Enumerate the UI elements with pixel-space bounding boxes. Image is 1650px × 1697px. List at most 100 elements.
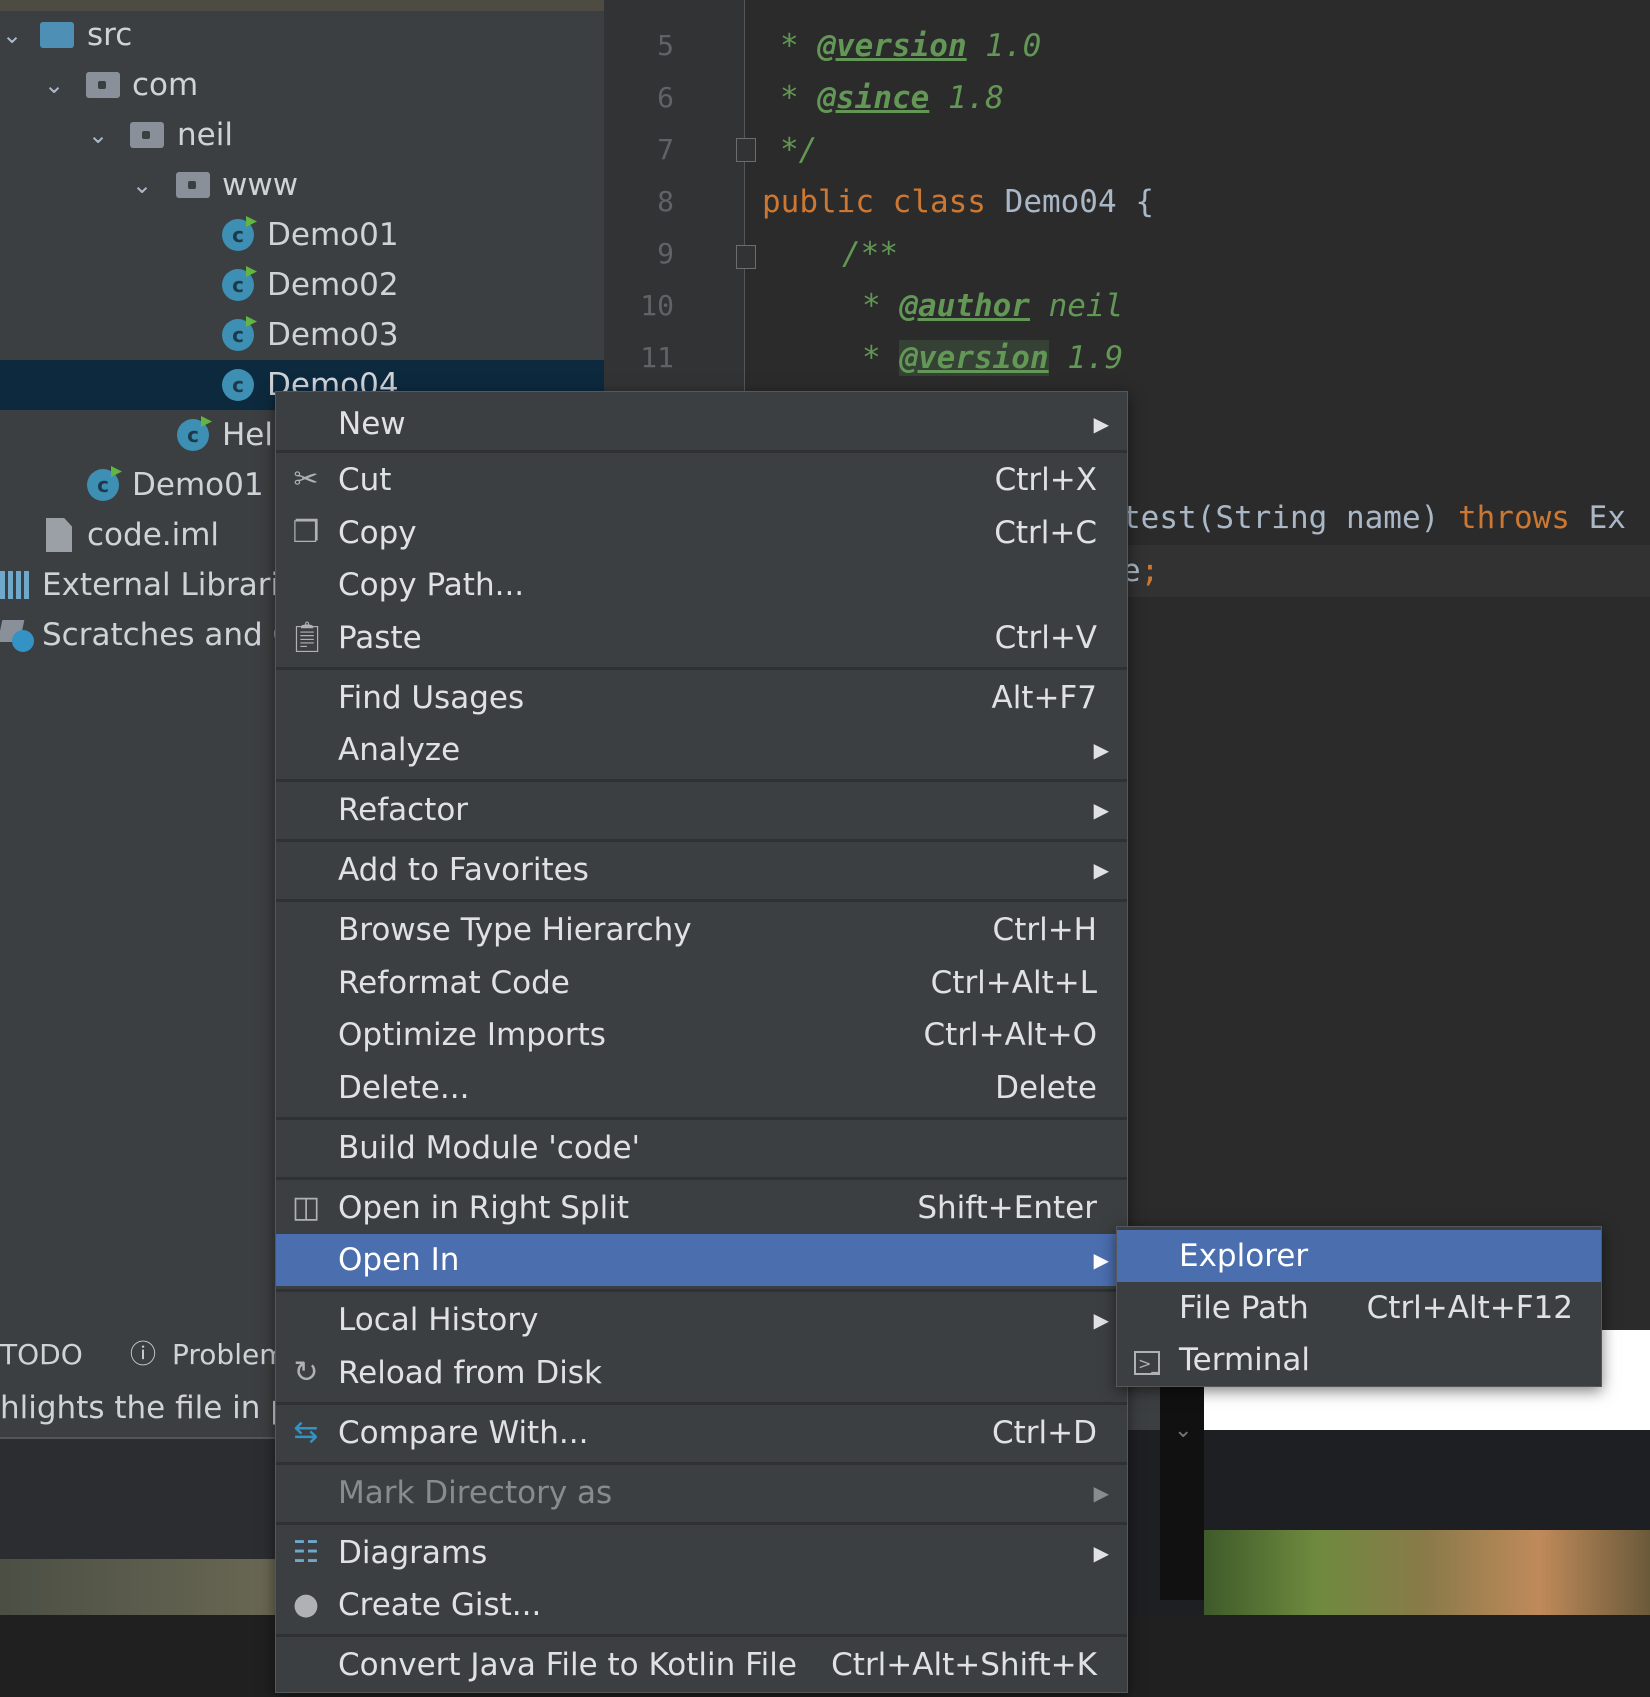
menu-separator bbox=[276, 1462, 1127, 1465]
menu-item-build-module[interactable]: Build Module 'code' bbox=[276, 1122, 1127, 1174]
submenu-arrow-icon: ▶ bbox=[1093, 738, 1109, 762]
tree-item-demo01[interactable]: c Demo01 bbox=[0, 210, 604, 260]
menu-item-compare-with[interactable]: ⇆ Compare With... Ctrl+D bbox=[276, 1407, 1127, 1459]
tree-item-label: Demo02 bbox=[267, 267, 399, 303]
tab-problems[interactable]: Problem bbox=[172, 1330, 286, 1380]
code-line-6: * @since 1.8 bbox=[780, 80, 1004, 116]
tree-item-label: code.iml bbox=[87, 517, 220, 553]
open-in-submenu: Explorer File Path Ctrl+Alt+F12 >_ Termi… bbox=[1116, 1226, 1602, 1387]
menu-item-diagrams[interactable]: ☷ Diagrams ▶ bbox=[276, 1527, 1127, 1579]
line-number: 7 bbox=[657, 133, 674, 166]
split-icon: ◫ bbox=[291, 1190, 321, 1225]
menu-item-label: Delete... bbox=[338, 1070, 470, 1106]
java-class-icon: c bbox=[222, 219, 254, 251]
tab-todo[interactable]: TODO bbox=[0, 1330, 83, 1380]
fold-marker-icon[interactable] bbox=[736, 138, 756, 162]
java-class-icon: c bbox=[222, 319, 254, 351]
chevron-down-icon[interactable]: ⌄ bbox=[88, 110, 108, 160]
menu-item-label: Local History bbox=[338, 1302, 539, 1338]
tree-item-www[interactable]: ⌄ www bbox=[0, 160, 604, 210]
menu-item-delete[interactable]: Delete... Delete bbox=[276, 1062, 1127, 1114]
context-menu: New ▶ ✂ Cut Ctrl+X ❐ Copy Ctrl+C Copy Pa… bbox=[275, 391, 1128, 1693]
menu-item-label: Cut bbox=[338, 462, 392, 498]
menu-item-shortcut: Ctrl+D bbox=[991, 1415, 1097, 1451]
tree-item-label: Demo01 bbox=[267, 217, 399, 253]
menu-item-label: Convert Java File to Kotlin File bbox=[338, 1647, 797, 1683]
status-text: hlights the file in pl bbox=[0, 1390, 299, 1426]
menu-item-convert-to-kotlin[interactable]: Convert Java File to Kotlin File Ctrl+Al… bbox=[276, 1639, 1127, 1691]
submenu-item-terminal[interactable]: >_ Terminal bbox=[1117, 1334, 1601, 1386]
menu-item-label: File Path bbox=[1179, 1290, 1309, 1326]
chevron-down-icon[interactable]: ⌄ bbox=[2, 10, 22, 60]
menu-item-label: Analyze bbox=[338, 732, 461, 768]
tree-item-label: External Librarie bbox=[42, 567, 299, 603]
menu-item-label: New bbox=[338, 406, 406, 442]
menu-item-label: Browse Type Hierarchy bbox=[338, 912, 692, 948]
diagrams-icon: ☷ bbox=[292, 1535, 320, 1570]
java-class-icon: c bbox=[87, 469, 119, 501]
menu-item-find-usages[interactable]: Find Usages Alt+F7 bbox=[276, 672, 1127, 724]
menu-item-create-gist[interactable]: ● Create Gist... bbox=[276, 1579, 1127, 1631]
chevron-down-icon[interactable]: ⌄ bbox=[1174, 1418, 1192, 1443]
menu-item-label: Terminal bbox=[1179, 1342, 1311, 1378]
menu-item-optimize-imports[interactable]: Optimize Imports Ctrl+Alt+O bbox=[276, 1009, 1127, 1061]
chevron-down-icon[interactable]: ⌄ bbox=[44, 60, 64, 110]
tree-item-src[interactable]: ⌄ src bbox=[0, 10, 604, 60]
menu-item-add-to-favorites[interactable]: Add to Favorites ▶ bbox=[276, 844, 1127, 896]
submenu-arrow-icon: ▶ bbox=[1093, 858, 1109, 882]
menu-item-paste[interactable]: 📋︎ Paste Ctrl+V bbox=[276, 612, 1127, 664]
code-line-7: */ bbox=[780, 132, 818, 168]
menu-item-label: Open in Right Split bbox=[338, 1190, 629, 1226]
clipboard-icon: 📋︎ bbox=[288, 620, 327, 655]
menu-separator bbox=[276, 1117, 1127, 1120]
tree-item-demo03[interactable]: c Demo03 bbox=[0, 310, 604, 360]
tree-item-com[interactable]: ⌄ com bbox=[0, 60, 604, 110]
menu-item-label: Mark Directory as bbox=[338, 1475, 613, 1511]
fold-marker-icon[interactable] bbox=[736, 245, 756, 269]
menu-item-shortcut: Shift+Enter bbox=[917, 1190, 1097, 1226]
menu-item-open-in[interactable]: Open In ▶ bbox=[276, 1234, 1127, 1286]
menu-item-copy-path[interactable]: Copy Path... bbox=[276, 559, 1127, 611]
menu-item-browse-type-hierarchy[interactable]: Browse Type Hierarchy Ctrl+H bbox=[276, 904, 1127, 956]
submenu-item-explorer[interactable]: Explorer bbox=[1117, 1230, 1601, 1282]
menu-item-label: Explorer bbox=[1179, 1238, 1309, 1274]
line-number: 8 bbox=[657, 185, 674, 218]
menu-item-open-in-right-split[interactable]: ◫ Open in Right Split Shift+Enter bbox=[276, 1182, 1127, 1234]
menu-item-copy[interactable]: ❐ Copy Ctrl+C bbox=[276, 507, 1127, 559]
problems-warning-icon: ⓘ bbox=[130, 1340, 157, 1370]
tree-item-neil[interactable]: ⌄ neil bbox=[0, 110, 604, 160]
menu-separator bbox=[276, 779, 1127, 782]
tree-item-label: Demo03 bbox=[267, 317, 399, 353]
menu-item-local-history[interactable]: Local History ▶ bbox=[276, 1294, 1127, 1346]
submenu-arrow-icon: ▶ bbox=[1093, 1481, 1109, 1505]
menu-item-reformat-code[interactable]: Reformat Code Ctrl+Alt+L bbox=[276, 957, 1127, 1009]
menu-item-shortcut: Ctrl+C bbox=[994, 515, 1097, 551]
menu-item-refactor[interactable]: Refactor ▶ bbox=[276, 784, 1127, 836]
github-icon: ● bbox=[292, 1587, 320, 1622]
package-folder-icon bbox=[130, 122, 164, 148]
background-photo bbox=[1204, 1530, 1650, 1615]
source-folder-icon bbox=[40, 22, 74, 48]
package-folder-icon bbox=[86, 72, 120, 98]
menu-separator bbox=[276, 1522, 1127, 1525]
compare-icon: ⇆ bbox=[293, 1415, 319, 1450]
line-number: 6 bbox=[657, 81, 674, 114]
menu-item-label: Build Module 'code' bbox=[338, 1130, 641, 1166]
chevron-down-icon[interactable]: ⌄ bbox=[132, 160, 152, 210]
code-line-9: /** bbox=[842, 236, 898, 272]
tree-item-demo02[interactable]: c Demo02 bbox=[0, 260, 604, 310]
menu-item-label: Find Usages bbox=[338, 680, 525, 716]
submenu-arrow-icon: ▶ bbox=[1093, 1308, 1109, 1332]
menu-item-cut[interactable]: ✂ Cut Ctrl+X bbox=[276, 454, 1127, 506]
menu-item-label: Open In bbox=[338, 1242, 460, 1278]
menu-item-new[interactable]: New ▶ bbox=[276, 398, 1127, 450]
menu-separator bbox=[276, 1289, 1127, 1292]
menu-item-reload-from-disk[interactable]: ↻ Reload from Disk bbox=[276, 1347, 1127, 1399]
menu-item-label: Diagrams bbox=[338, 1535, 488, 1571]
tree-item-label: com bbox=[132, 67, 199, 103]
menu-item-analyze[interactable]: Analyze ▶ bbox=[276, 724, 1127, 776]
scissors-icon: ✂ bbox=[293, 462, 319, 497]
submenu-item-file-path[interactable]: File Path Ctrl+Alt+F12 bbox=[1117, 1282, 1601, 1334]
menu-item-label: Create Gist... bbox=[338, 1587, 542, 1623]
code-line-8: public class Demo04 { bbox=[762, 184, 1154, 220]
